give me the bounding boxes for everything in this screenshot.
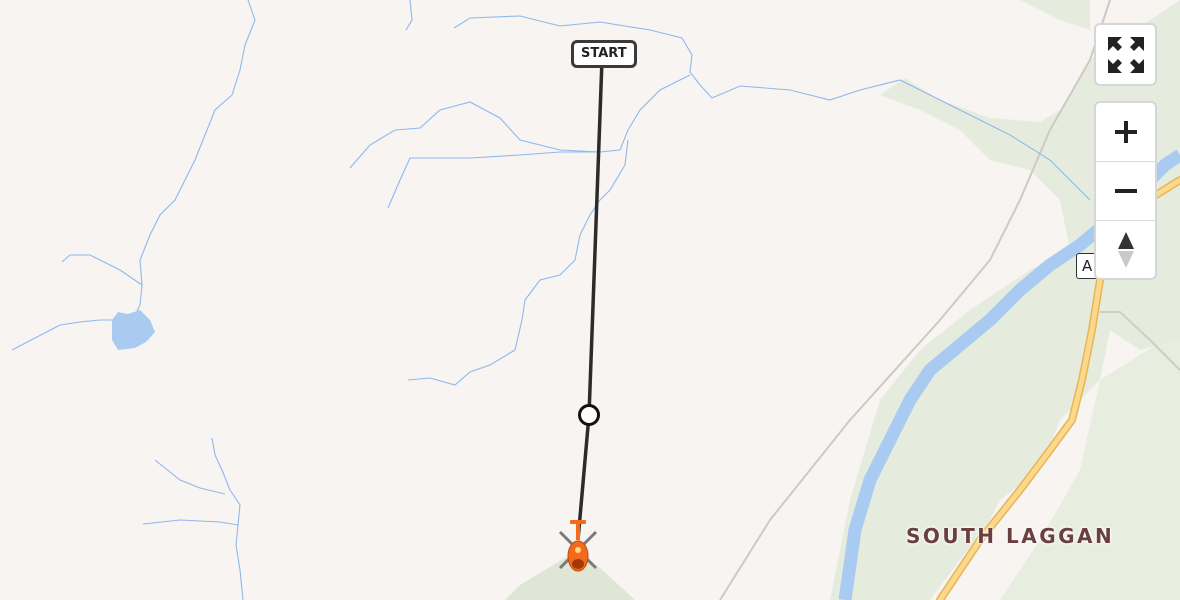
zoom-in-button[interactable]	[1096, 103, 1155, 162]
zoom-out-button[interactable]	[1096, 162, 1155, 221]
loch	[112, 310, 155, 350]
minus-icon	[1114, 189, 1137, 193]
fullscreen-button[interactable]	[1094, 23, 1157, 86]
plus-icon	[1114, 121, 1137, 143]
route-waypoint	[578, 404, 600, 426]
place-label: SOUTH LAGGAN	[906, 524, 1115, 548]
forest-area	[1020, 0, 1090, 30]
map-view[interactable]: START SOUTH LAGGAN A	[0, 0, 1180, 600]
flight-route	[576, 59, 604, 541]
zoom-controls	[1094, 101, 1157, 280]
start-marker-label: START	[571, 40, 637, 68]
north-arrow-icon	[1117, 232, 1134, 268]
expand-arrows-icon	[1107, 36, 1144, 73]
map-canvas[interactable]	[0, 0, 1180, 600]
helicopter-icon	[558, 520, 598, 572]
compass-button[interactable]	[1096, 221, 1155, 279]
